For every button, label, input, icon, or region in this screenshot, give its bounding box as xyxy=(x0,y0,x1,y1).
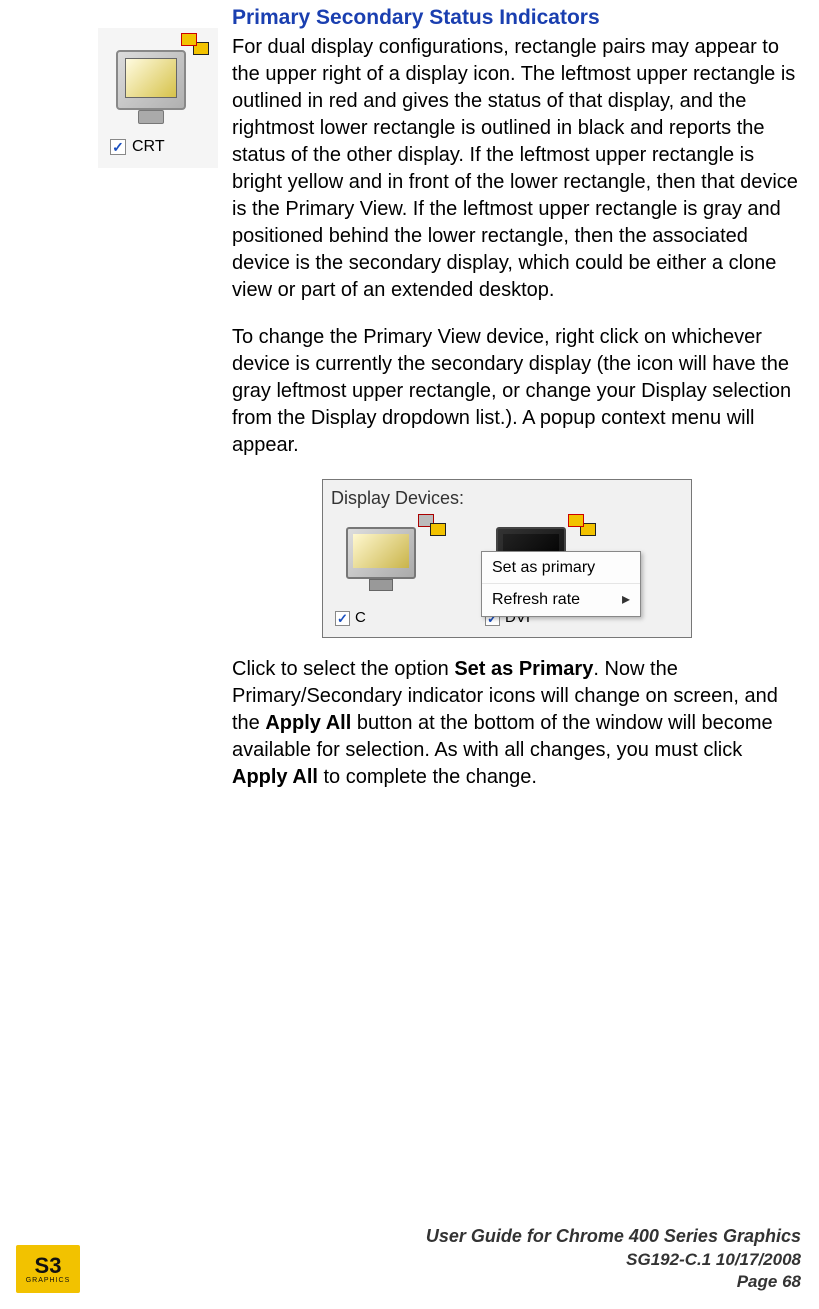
status-indicator-primary-icon xyxy=(569,515,595,535)
figure-caption: Display Devices: xyxy=(331,486,683,510)
device-label: C xyxy=(355,608,366,628)
device-crt[interactable]: ✓C xyxy=(331,517,451,627)
section-heading: Primary Secondary Status Indicators xyxy=(232,4,803,32)
menu-item-set-primary[interactable]: Set as primary xyxy=(482,552,640,585)
context-menu: Set as primary Refresh rate ▸ xyxy=(481,551,641,617)
checkbox-icon[interactable]: ✓ xyxy=(335,611,350,626)
menu-item-refresh-rate[interactable]: Refresh rate ▸ xyxy=(482,584,640,616)
crt-icon-column: ✓ CRT xyxy=(16,4,226,168)
logo-subtext: GRAPHICS xyxy=(26,1277,71,1284)
footer-page-label: Page xyxy=(737,1272,782,1291)
device-checkbox-row: ✓C xyxy=(335,608,366,628)
text-run: to complete the change. xyxy=(318,766,537,788)
footer-page-number: 68 xyxy=(782,1272,801,1291)
status-indicator-icon xyxy=(182,34,208,54)
submenu-arrow-icon: ▸ xyxy=(622,589,630,611)
logo-text: S3 xyxy=(35,1255,62,1277)
paragraph-2: To change the Primary View device, right… xyxy=(232,324,803,459)
menu-item-label: Refresh rate xyxy=(492,589,580,611)
monitor-stand-icon xyxy=(369,579,393,591)
s3-logo: S3 GRAPHICS xyxy=(16,1245,80,1293)
monitor-icon xyxy=(116,50,186,110)
paragraph-3: Click to select the option Set as Primar… xyxy=(232,656,803,791)
crt-checkbox-row: ✓ CRT xyxy=(110,136,165,158)
monitor-icon xyxy=(346,527,416,579)
monitor-stand-icon xyxy=(138,110,164,124)
crt-label: CRT xyxy=(132,136,165,158)
status-indicator-secondary-icon xyxy=(419,515,445,535)
display-devices-figure: Display Devices: ✓C ✓DVI xyxy=(322,479,692,637)
bold-set-as-primary: Set as Primary xyxy=(454,658,593,680)
footer-docnum-date: SG192-C.1 10/17/2008 xyxy=(426,1249,801,1271)
bold-apply-all: Apply All xyxy=(265,712,351,734)
bold-apply-all: Apply All xyxy=(232,766,318,788)
page-footer: User Guide for Chrome 400 Series Graphic… xyxy=(426,1225,801,1293)
footer-title: User Guide for Chrome 400 Series Graphic… xyxy=(426,1225,801,1248)
checkbox-icon[interactable]: ✓ xyxy=(110,139,126,155)
crt-display-icon: ✓ CRT xyxy=(98,28,218,168)
text-run: Click to select the option xyxy=(232,658,454,680)
footer-page: Page 68 xyxy=(426,1271,801,1293)
paragraph-1: For dual display configurations, rectang… xyxy=(232,34,803,304)
menu-item-label: Set as primary xyxy=(492,557,595,579)
